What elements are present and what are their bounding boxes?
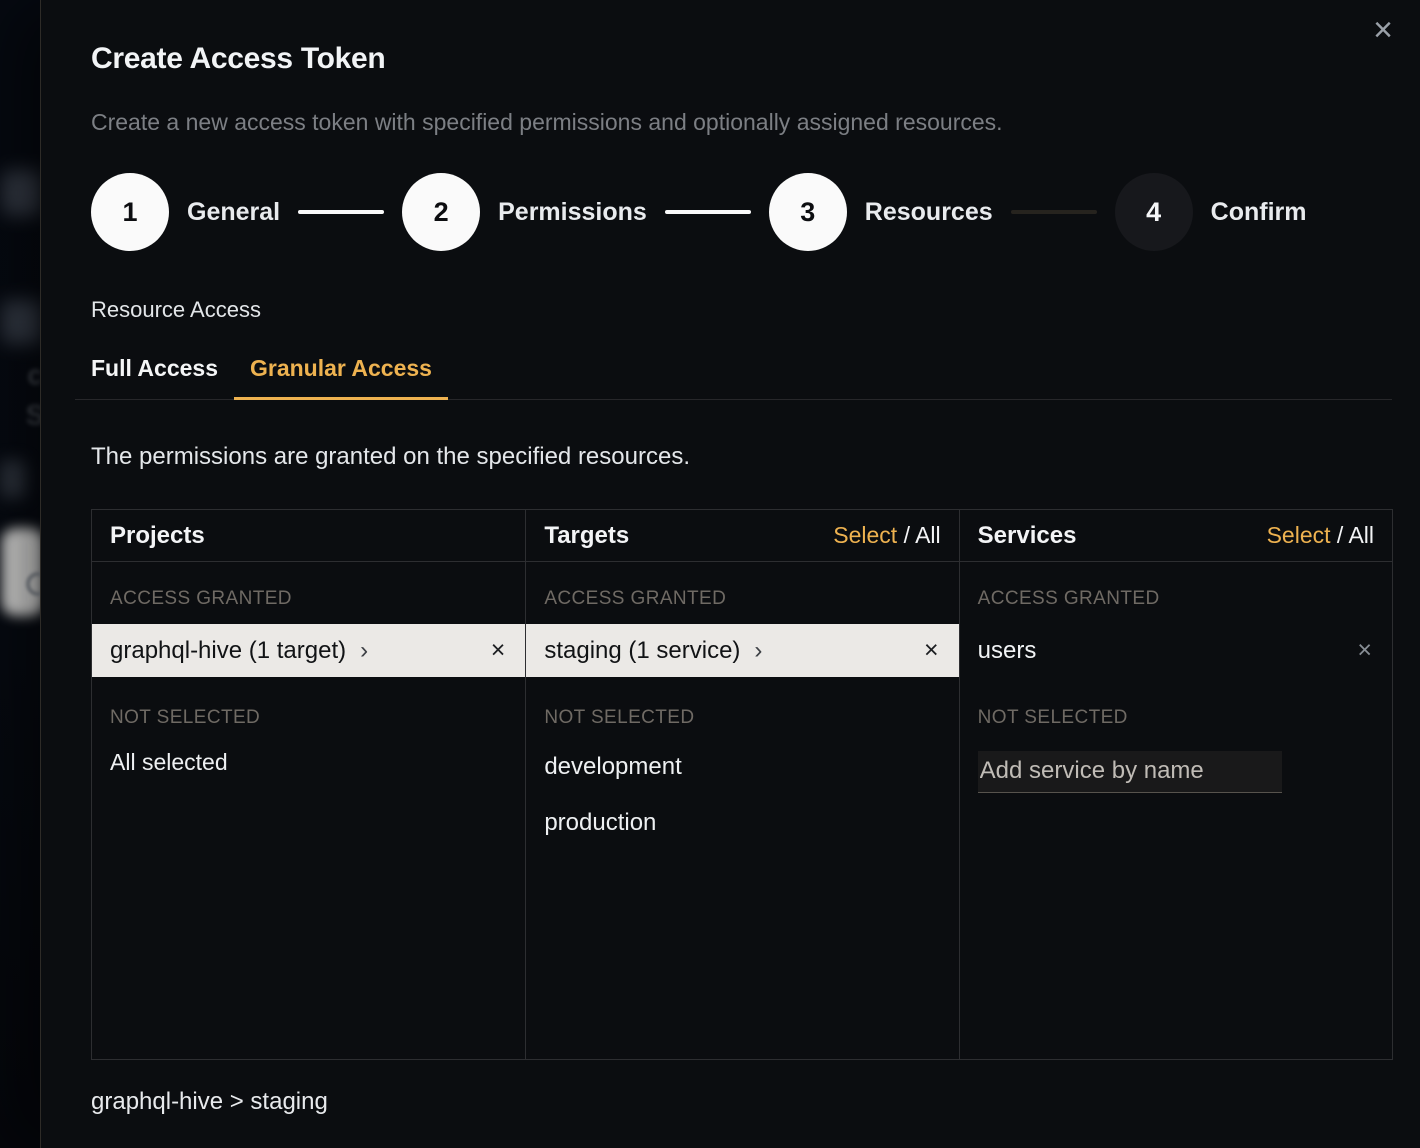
services-access-granted-label: ACCESS GRANTED [978, 588, 1374, 610]
targets-select-link[interactable]: Select [833, 522, 897, 548]
targets-title: Targets [544, 522, 629, 550]
step-label-permissions: Permissions [498, 198, 647, 227]
breadcrumb: graphql-hive > staging [91, 1088, 1392, 1116]
resource-access-heading: Resource Access [91, 297, 1392, 323]
step-number: 3 [800, 197, 815, 228]
projects-header: Projects [92, 510, 525, 562]
resources-description: The permissions are granted on the speci… [91, 443, 1392, 471]
target-item-development[interactable]: development [526, 739, 958, 795]
step-number: 4 [1146, 197, 1161, 228]
close-button[interactable]: × [1363, 10, 1403, 50]
tab-full-access[interactable]: Full Access [75, 355, 234, 400]
service-label: users [978, 637, 1037, 665]
step-connector [665, 210, 751, 214]
targets-select-links: Select / All [833, 522, 940, 549]
step-circle-general: 1 [91, 173, 169, 251]
create-access-token-dialog: × Create Access Token Create a new acces… [40, 0, 1420, 1148]
projects-not-selected-label: NOT SELECTED [110, 707, 507, 729]
resources-table: Projects ACCESS GRANTED graphql-hive (1 … [91, 509, 1393, 1060]
select-divider: / [1331, 522, 1349, 548]
project-row-graphql-hive[interactable]: graphql-hive (1 target) › × [92, 624, 525, 677]
stepper: 1 General 2 Permissions 3 Resources 4 Co… [91, 173, 1392, 251]
dialog-subtitle: Create a new access token with specified… [91, 108, 1392, 137]
remove-target-icon[interactable]: × [920, 636, 943, 665]
backdrop-blur-shape [2, 170, 42, 216]
step-connector [1011, 210, 1097, 214]
services-header: Services Select / All [960, 510, 1392, 562]
target-label: staging (1 service) [544, 637, 740, 665]
step-number: 1 [122, 197, 137, 228]
projects-all-selected-note: All selected [110, 749, 507, 776]
add-service-input[interactable] [978, 751, 1282, 793]
remove-service-icon[interactable]: × [1353, 636, 1376, 665]
step-circle-resources: 3 [769, 173, 847, 251]
targets-all-link[interactable]: All [915, 522, 941, 548]
target-item-production[interactable]: production [526, 795, 958, 851]
chevron-right-icon: › [754, 637, 762, 665]
targets-header: Targets Select / All [526, 510, 958, 562]
services-all-link[interactable]: All [1348, 522, 1374, 548]
select-divider: / [897, 522, 915, 548]
targets-access-granted-label: ACCESS GRANTED [544, 588, 940, 610]
targets-not-selected-list: development production [526, 739, 958, 851]
step-label-resources: Resources [865, 198, 993, 227]
services-select-link[interactable]: Select [1267, 522, 1331, 548]
service-row-users[interactable]: users × [960, 624, 1392, 677]
target-row-staging[interactable]: staging (1 service) › × [526, 624, 958, 677]
services-not-selected-label: NOT SELECTED [978, 707, 1374, 729]
projects-title: Projects [110, 522, 205, 550]
column-targets: Targets Select / All ACCESS GRANTED stag… [525, 510, 958, 1059]
dialog-title: Create Access Token [91, 42, 1392, 76]
step-circle-confirm: 4 [1115, 173, 1193, 251]
step-circle-permissions: 2 [402, 173, 480, 251]
step-label-general: General [187, 198, 280, 227]
remove-project-icon[interactable]: × [487, 636, 510, 665]
step-connector [298, 210, 384, 214]
column-services: Services Select / All ACCESS GRANTED use… [959, 510, 1392, 1059]
services-title: Services [978, 522, 1077, 550]
resource-access-tabs: Full Access Granular Access [75, 355, 1392, 400]
column-projects: Projects ACCESS GRANTED graphql-hive (1 … [92, 510, 525, 1059]
step-number: 2 [434, 197, 449, 228]
page-backdrop: c S [0, 0, 41, 1148]
backdrop-blur-shape [0, 460, 26, 498]
targets-not-selected-label: NOT SELECTED [544, 707, 940, 729]
close-icon: × [1373, 13, 1393, 47]
step-label-confirm: Confirm [1211, 198, 1307, 227]
tab-granular-access[interactable]: Granular Access [234, 355, 448, 400]
project-label: graphql-hive (1 target) [110, 637, 346, 665]
services-select-links: Select / All [1267, 522, 1374, 549]
backdrop-blur-shape [2, 300, 42, 344]
chevron-right-icon: › [360, 637, 368, 665]
projects-access-granted-label: ACCESS GRANTED [110, 588, 507, 610]
